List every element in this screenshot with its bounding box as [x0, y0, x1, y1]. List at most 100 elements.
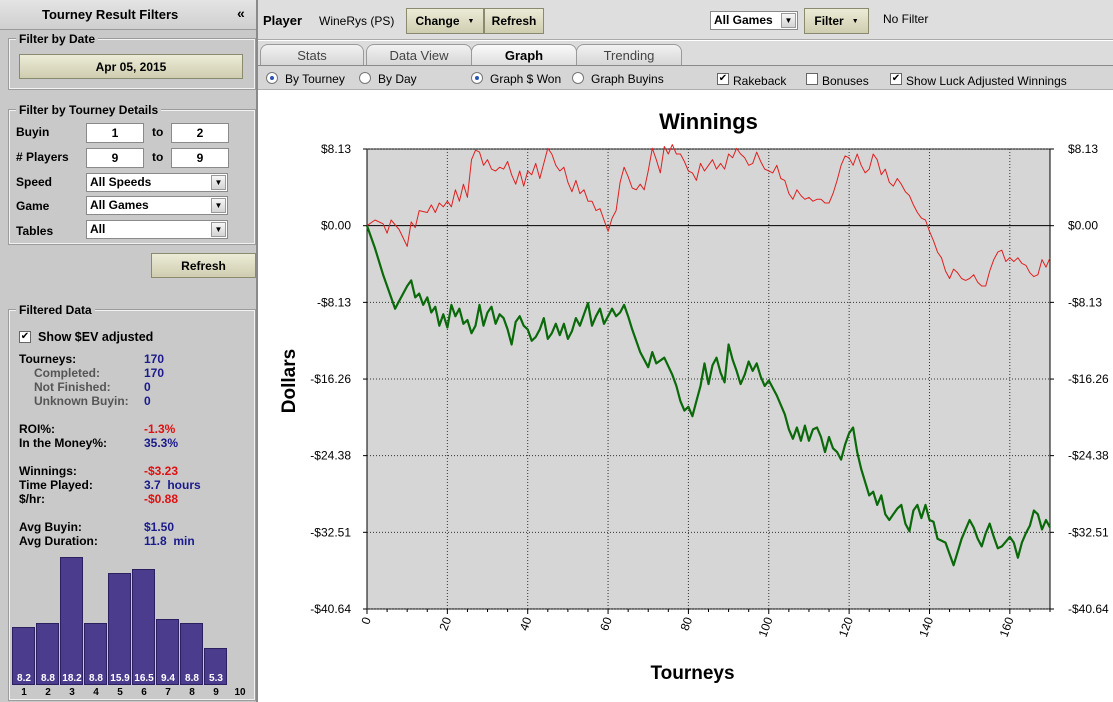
- not-finished-value: 0: [144, 380, 151, 394]
- tables-select[interactable]: All ▼: [86, 220, 228, 239]
- by-day-radio[interactable]: [359, 72, 371, 84]
- histogram-bar: [132, 569, 155, 685]
- x-tick-label: 160: [997, 615, 1017, 639]
- buyin-from-input[interactable]: 1: [86, 123, 144, 143]
- graph-won-label: Graph $ Won: [490, 72, 562, 86]
- filter-panel-title: Tourney Result Filters: [42, 7, 179, 22]
- speed-select-value: All Speeds: [90, 175, 152, 189]
- histogram-bar-value: 9.4: [161, 673, 175, 684]
- itm-value: 35.3%: [144, 436, 179, 450]
- ev-adjusted-checkbox[interactable]: ✔: [19, 331, 31, 343]
- completed-label: Completed:: [34, 366, 100, 380]
- y-tick-label: -$24.38: [310, 449, 351, 463]
- filter-button[interactable]: Filter ▼: [804, 8, 869, 34]
- rakeback-checkbox[interactable]: ✔: [717, 73, 729, 85]
- y-tick-label: -$16.26: [310, 372, 351, 386]
- buyin-to-label: to: [152, 125, 164, 139]
- y-tick-label-right: -$32.51: [1068, 525, 1109, 539]
- winnings-chart-svg: $8.13 $8.13 $0.00 $0.00 -$8.13 -$8.13 -$16.26 -…: [279, 109, 1109, 684]
- player-label: Player: [263, 13, 303, 28]
- x-tick-label: 120: [836, 615, 856, 639]
- speed-label: Speed: [16, 175, 53, 189]
- game-label: Game: [16, 199, 50, 213]
- chevron-down-icon[interactable]: ▼: [211, 198, 226, 213]
- speed-select[interactable]: All Speeds ▼: [86, 173, 228, 192]
- avg-duration-label: Avg Duration:: [19, 534, 98, 548]
- y-tick-label-right: -$24.38: [1068, 449, 1109, 463]
- histogram-bar-value: 8.8: [41, 673, 55, 684]
- view-tabs: Stats Data View Graph Trending: [258, 41, 1113, 65]
- change-player-button[interactable]: Change ▼: [406, 8, 484, 34]
- tab-data-view[interactable]: Data View: [366, 44, 472, 65]
- histogram-bar-label: 3: [69, 687, 75, 698]
- histogram-bar-label: 4: [93, 687, 99, 698]
- date-picker-button[interactable]: Apr 05, 2015: [19, 54, 243, 79]
- tab-graph[interactable]: Graph: [471, 44, 577, 65]
- tab-stats[interactable]: Stats: [260, 44, 364, 65]
- unknown-buyin-label: Unknown Buyin:: [34, 394, 129, 408]
- graph-won-radio[interactable]: [471, 72, 483, 84]
- games-select[interactable]: All Games ▼: [710, 11, 798, 30]
- x-tick-label: 40: [517, 615, 535, 633]
- date-filter-title: Filter by Date: [16, 32, 99, 46]
- histogram-bar-value: 5.3: [209, 673, 223, 684]
- histogram-bar-label: 5: [117, 687, 123, 698]
- not-finished-label: Not Finished:: [34, 380, 111, 394]
- histogram-bar-label: 10: [234, 687, 246, 698]
- chevron-down-icon[interactable]: ▼: [211, 222, 226, 237]
- players-from-input[interactable]: 9: [86, 148, 144, 168]
- graph-options: By Tourney By Day Graph $ Won Graph Buyi…: [258, 65, 1113, 90]
- x-tick-label: 80: [678, 615, 696, 633]
- histogram-bar-value: 8.8: [89, 673, 103, 684]
- completed-value: 170: [144, 366, 165, 380]
- ev-adjusted-label: Show $EV adjusted: [38, 330, 154, 344]
- histogram-bar-value: 8.8: [185, 673, 199, 684]
- rakeback-label: Rakeback: [733, 74, 787, 88]
- y-axis-label: Dollars: [279, 349, 300, 413]
- y-tick-label: $8.13: [321, 142, 351, 156]
- luck-adjusted-checkbox[interactable]: ✔: [890, 73, 902, 85]
- histogram-bar-value: 15.9: [110, 673, 130, 684]
- filter-status: No Filter: [883, 12, 929, 26]
- refresh-button[interactable]: Refresh: [484, 8, 544, 34]
- winnings-label: Winnings:: [19, 464, 77, 478]
- y-tick-label-right: -$40.64: [1068, 602, 1109, 616]
- x-tick-label: 0: [358, 615, 374, 626]
- x-tick-label: 60: [597, 615, 615, 633]
- y-tick-label: -$40.64: [310, 602, 351, 616]
- y-tick-label-right: -$8.13: [1068, 295, 1102, 309]
- chevron-down-icon[interactable]: ▼: [211, 175, 226, 190]
- players-to-input[interactable]: 9: [171, 148, 229, 168]
- x-axis-label: Tourneys: [650, 663, 734, 684]
- refresh-filters-button[interactable]: Refresh: [151, 253, 256, 278]
- x-tick-label: 20: [436, 615, 454, 633]
- graph-buyins-label: Graph Buyins: [591, 72, 664, 86]
- y-tick-label-right: -$16.26: [1068, 372, 1109, 386]
- tables-select-value: All: [90, 222, 106, 236]
- bonuses-label: Bonuses: [822, 74, 869, 88]
- itm-label: In the Money%:: [19, 436, 108, 450]
- unknown-buyin-value: 0: [144, 394, 151, 408]
- buyin-to-input[interactable]: 2: [171, 123, 229, 143]
- avg-buyin-label: Avg Buyin:: [19, 520, 82, 534]
- time-played-label: Time Played:: [19, 478, 93, 492]
- chevron-down-icon[interactable]: ▼: [781, 13, 796, 28]
- histogram-bar-label: 8: [189, 687, 195, 698]
- filtered-data-title: Filtered Data: [16, 303, 95, 317]
- chevron-down-icon: ▼: [467, 17, 475, 25]
- by-day-label: By Day: [378, 72, 417, 86]
- x-tick-label: 100: [756, 615, 776, 639]
- filter-panel: Tourney Result Filters « Filter by Date …: [0, 0, 258, 702]
- x-tick-label: 140: [916, 615, 936, 639]
- players-to-label: to: [152, 150, 164, 164]
- bonuses-checkbox[interactable]: [806, 73, 818, 85]
- by-tourney-radio[interactable]: [266, 72, 278, 84]
- chevron-down-icon: ▼: [851, 17, 859, 25]
- graph-buyins-radio[interactable]: [572, 72, 584, 84]
- tab-trending[interactable]: Trending: [576, 44, 682, 65]
- filter-label: Filter: [814, 14, 844, 28]
- game-select[interactable]: All Games ▼: [86, 196, 228, 215]
- avg-buyin-value: $1.50: [144, 520, 175, 534]
- collapse-icon[interactable]: «: [237, 5, 245, 21]
- winnings-chart: $8.13 $8.13 $0.00 $0.00 -$8.13 -$8.13 -$16.26 -…: [258, 91, 1113, 702]
